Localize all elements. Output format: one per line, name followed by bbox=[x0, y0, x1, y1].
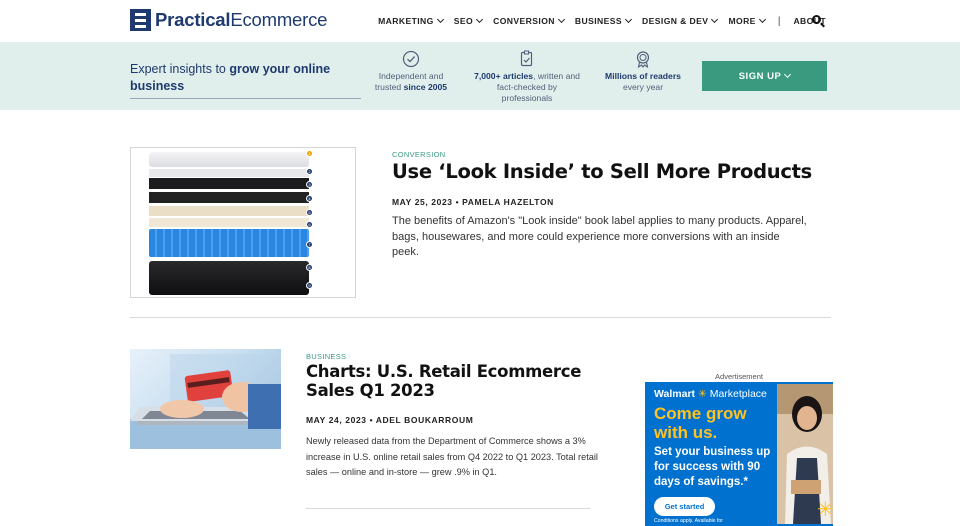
feature-independent: Independent and trusted since 2005 bbox=[368, 50, 454, 93]
mattress-layer bbox=[149, 261, 309, 295]
laptop-credit-card-illustration bbox=[130, 354, 281, 449]
nav-separator: | bbox=[777, 15, 781, 27]
image-badge: 6 bbox=[306, 221, 313, 228]
mattress-layer bbox=[149, 152, 309, 167]
article-thumbnail-mattress[interactable]: 1 2 3 4 5 6 7 8 9 bbox=[130, 147, 356, 298]
image-badge: 5 bbox=[306, 209, 313, 216]
ad-brand: Walmart ✳ Marketplace bbox=[654, 388, 767, 400]
feature-line: fact-checked by bbox=[496, 82, 558, 92]
ad-subhead: Set your business up for success with 90… bbox=[654, 446, 771, 488]
article-meta: MAY 25, 2023 • PAMELA HAZELTON bbox=[392, 197, 554, 207]
mattress-layer bbox=[149, 206, 309, 216]
feature-line: Millions of readers bbox=[600, 71, 686, 82]
mattress-layer bbox=[149, 178, 309, 189]
image-badge: 9 bbox=[306, 282, 313, 289]
logo-text-bold: Practical bbox=[155, 9, 231, 30]
article-excerpt: Newly released data from the Department … bbox=[306, 436, 598, 478]
image-badge: 2 bbox=[306, 168, 313, 175]
article-title[interactable]: Charts: U.S. Retail Ecommerce Sales Q1 2… bbox=[306, 362, 606, 400]
value-proposition-band: Expert insights to grow your online busi… bbox=[0, 42, 960, 110]
nav-label: SEO bbox=[453, 16, 474, 26]
award-icon bbox=[636, 51, 650, 68]
nav-label: CONVERSION bbox=[493, 16, 555, 26]
ad-get-started-button[interactable]: Get started bbox=[654, 497, 715, 516]
nav-label: MORE bbox=[728, 16, 756, 26]
nav-label: MARKETING bbox=[378, 16, 434, 26]
walmart-marketplace-ad[interactable]: Walmart ✳ Marketplace Come grow with us.… bbox=[645, 382, 833, 526]
document-check-icon bbox=[520, 50, 533, 67]
mattress-layer bbox=[149, 169, 309, 177]
chevron-down-icon bbox=[476, 15, 484, 24]
image-badge: 1 bbox=[306, 150, 313, 157]
mattress-layer bbox=[149, 229, 309, 257]
sign-up-button[interactable]: SIGN UP bbox=[702, 61, 827, 91]
image-badge: 3 bbox=[306, 181, 313, 188]
main-nav: MARKETING SEO CONVERSION BUSINESS DESIGN… bbox=[367, 0, 826, 42]
ad-brand-suffix: Marketplace bbox=[709, 388, 767, 400]
feature-readers: Millions of readers every year bbox=[600, 50, 686, 93]
logo-wordmark: PracticalEcommerce bbox=[155, 9, 327, 31]
article-category[interactable]: BUSINESS bbox=[306, 352, 346, 361]
article-category[interactable]: CONVERSION bbox=[392, 150, 445, 159]
nav-label: BUSINESS bbox=[574, 16, 623, 26]
feature-line: Independent and bbox=[378, 71, 444, 81]
image-badge: 8 bbox=[306, 264, 313, 271]
feature-text: trusted bbox=[374, 82, 404, 92]
feature-line: professionals bbox=[501, 93, 553, 103]
nav-item-more[interactable]: MORE bbox=[728, 15, 766, 26]
nav-label: DESIGN & DEV bbox=[642, 16, 709, 26]
nav-item-seo[interactable]: SEO bbox=[453, 15, 484, 26]
chevron-down-icon bbox=[624, 15, 633, 24]
feature-articles: 7,000+ articles, written and fact-checke… bbox=[467, 50, 587, 104]
nav-item-business[interactable]: BUSINESS bbox=[574, 15, 633, 26]
article-excerpt: The benefits of Amazon's "Look inside" b… bbox=[392, 215, 807, 258]
feature-text-bold: Millions of readers bbox=[605, 71, 681, 81]
feature-text-bold: since 2005 bbox=[403, 82, 448, 92]
feature-line: every year bbox=[622, 82, 664, 92]
chevron-down-icon bbox=[557, 15, 565, 24]
feature-text: , written and bbox=[533, 71, 580, 81]
article-divider bbox=[306, 508, 590, 509]
feature-line: trusted since 2005 bbox=[368, 82, 454, 93]
image-badge: 7 bbox=[306, 241, 313, 248]
site-header: PracticalEcommerce MARKETING SEO CONVERS… bbox=[0, 0, 960, 42]
feature-line: 7,000+ articles, written and bbox=[467, 71, 587, 82]
chevron-down-icon bbox=[436, 15, 444, 24]
tagline-regular: Expert insights to bbox=[130, 62, 230, 76]
chevron-down-icon bbox=[784, 70, 792, 79]
site-logo[interactable]: PracticalEcommerce bbox=[130, 9, 327, 31]
feature-text-bold: 7,000+ articles bbox=[474, 71, 534, 81]
article-meta: MAY 24, 2023 • ADEL BOUKARROUM bbox=[306, 415, 474, 425]
article-divider bbox=[130, 317, 831, 318]
nav-item-conversion[interactable]: CONVERSION bbox=[493, 15, 565, 26]
chevron-down-icon bbox=[758, 15, 766, 24]
ad-fine-print: Conditions apply. Available for bbox=[654, 518, 724, 524]
article-title[interactable]: Use ‘Look Inside’ to Sell More Products bbox=[392, 160, 812, 183]
check-circle-icon bbox=[402, 50, 420, 68]
sign-up-label: SIGN UP bbox=[738, 70, 782, 82]
mattress-layer bbox=[149, 218, 309, 227]
image-badge: 4 bbox=[306, 195, 313, 202]
chevron-down-icon bbox=[711, 15, 719, 24]
search-icon[interactable] bbox=[812, 15, 825, 28]
nav-item-design-dev[interactable]: DESIGN & DEV bbox=[642, 15, 719, 26]
logo-mark-icon bbox=[130, 9, 151, 31]
ad-spark-decoration: ✳ bbox=[817, 497, 833, 521]
logo-text-regular: Ecommerce bbox=[230, 9, 328, 30]
ad-brand-name: Walmart bbox=[654, 388, 696, 400]
advertisement-label: Advertisement bbox=[715, 372, 763, 381]
band-tagline: Expert insights to grow your online busi… bbox=[130, 61, 361, 99]
mattress-layer bbox=[149, 192, 309, 203]
nav-item-marketing[interactable]: MARKETING bbox=[378, 15, 444, 26]
ad-headline: Come grow with us. bbox=[654, 404, 747, 442]
ad-person-image: ✳ bbox=[777, 384, 833, 524]
article-thumbnail-credit-card[interactable] bbox=[130, 349, 281, 449]
walmart-spark-icon: ✳ bbox=[697, 388, 707, 400]
